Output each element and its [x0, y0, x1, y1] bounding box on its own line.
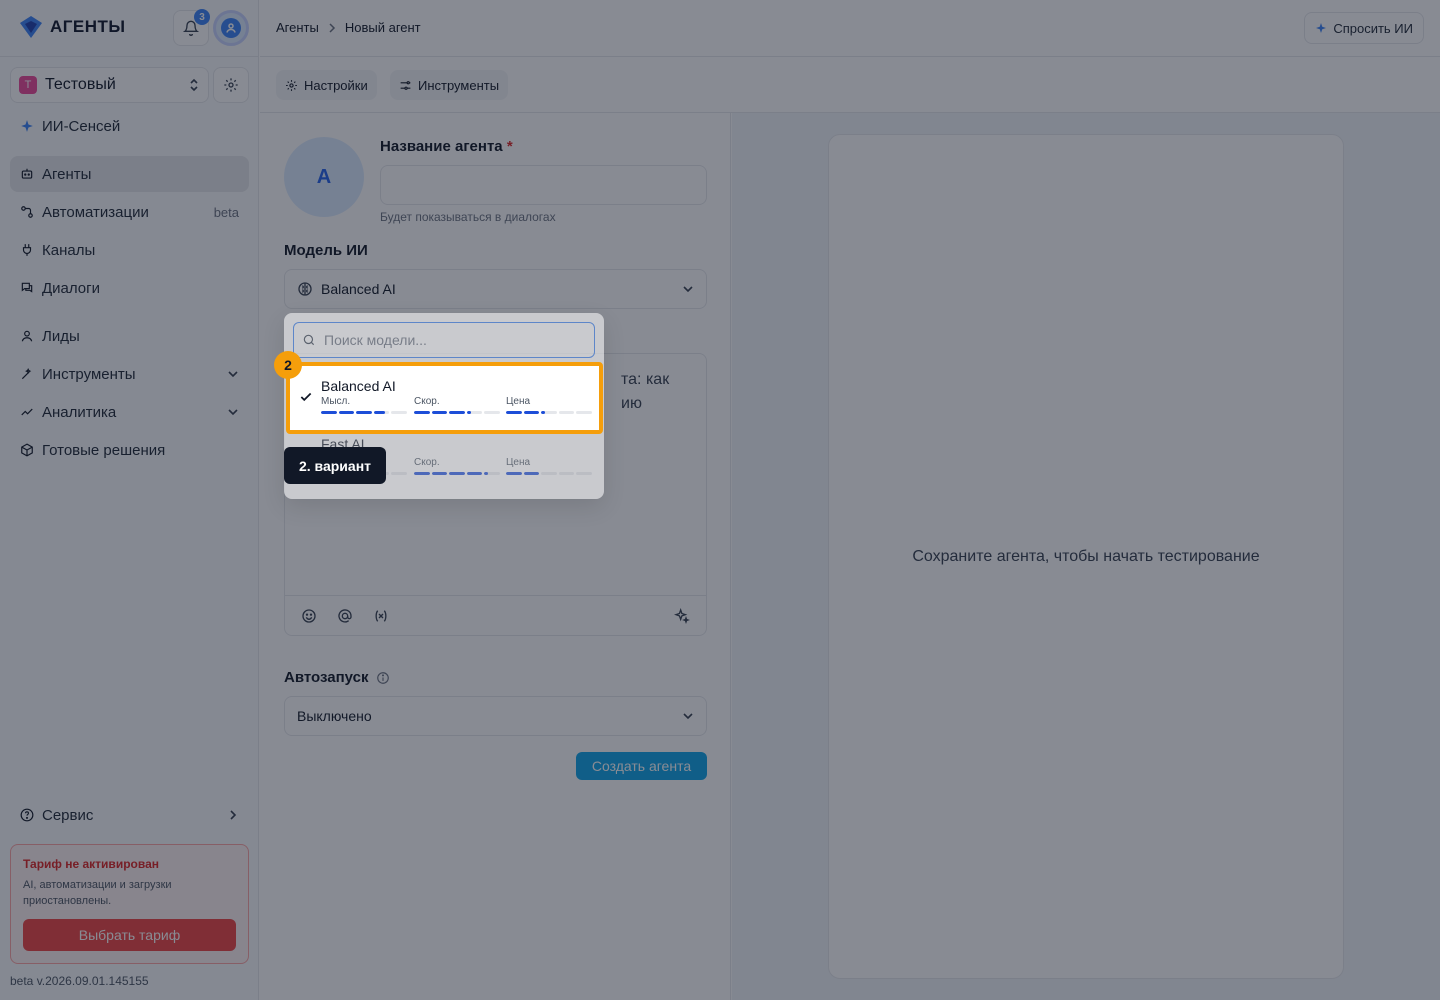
metric-segment	[391, 411, 407, 414]
metric-segment	[356, 411, 372, 414]
metric-segment-fill	[541, 411, 546, 414]
metric-segment	[576, 472, 592, 475]
metric-segment	[506, 472, 522, 475]
search-icon	[303, 334, 315, 346]
tour-step-badge: 2	[274, 351, 302, 379]
metric-segment	[558, 411, 575, 414]
metric-segment	[523, 411, 540, 414]
metric-segment	[449, 411, 465, 414]
metric-bar	[506, 472, 592, 475]
metric-segment	[338, 411, 355, 414]
metric-label: Цена	[506, 457, 531, 468]
metric-price: Цена	[506, 396, 592, 414]
metric-segment-fill	[449, 472, 465, 475]
metric-segment	[414, 411, 430, 414]
metric-segment	[373, 411, 390, 414]
metric-segment-fill	[523, 472, 540, 475]
metric-segment	[541, 411, 557, 414]
metric-label: Цена	[506, 396, 531, 407]
metric-segment-fill	[414, 472, 430, 475]
metric-segment-fill	[506, 411, 522, 414]
metric-bar	[414, 411, 500, 414]
metric-segment	[414, 472, 430, 475]
metric-segment-fill	[484, 472, 489, 475]
metric-segment	[431, 472, 448, 475]
metric-bar	[414, 472, 500, 475]
check-icon	[300, 392, 312, 402]
metric-segment-fill	[338, 411, 355, 414]
model-option-balanced-ai[interactable]: Balanced AI Мысл. Скор. Цена	[286, 362, 603, 434]
metric-segment-fill	[466, 411, 471, 414]
tour-tooltip: 2. вариант	[284, 447, 386, 484]
metric-segment-fill	[356, 411, 372, 414]
tour-overlay[interactable]	[0, 0, 1440, 1000]
metric-segment	[523, 472, 540, 475]
metric-segment	[558, 472, 575, 475]
metric-segment-fill	[449, 411, 465, 414]
metric-segment	[466, 411, 483, 414]
metric-segment-fill	[431, 472, 448, 475]
metric-segment	[431, 411, 448, 414]
metric-segment	[449, 472, 465, 475]
metric-speed: Скор.	[414, 396, 500, 414]
model-search-input[interactable]: Поиск модели...	[293, 322, 595, 358]
metric-segment	[576, 411, 592, 414]
metric-segment-fill	[373, 411, 386, 414]
metric-bar	[506, 411, 592, 414]
metric-speed: Скор.	[414, 457, 500, 475]
metric-segment	[391, 472, 407, 475]
metric-segment-fill	[414, 411, 430, 414]
search-placeholder: Поиск модели...	[324, 332, 427, 348]
metric-segment	[484, 472, 500, 475]
metric-bar	[321, 411, 407, 414]
metric-segment-fill	[523, 411, 540, 414]
metric-segment-fill	[321, 411, 337, 414]
metric-segment	[321, 411, 337, 414]
metric-price: Цена	[506, 457, 592, 475]
metric-label: Скор.	[414, 457, 440, 468]
model-option-name: Balanced AI	[321, 378, 396, 394]
metric-label: Скор.	[414, 396, 440, 407]
metric-segment-fill	[506, 472, 522, 475]
metric-segment-fill	[431, 411, 448, 414]
metric-segment	[484, 411, 500, 414]
metric-segment	[541, 472, 557, 475]
metric-label: Мысл.	[321, 396, 351, 407]
metric-thinking: Мысл.	[321, 396, 407, 414]
metric-segment	[466, 472, 483, 475]
metric-segment	[506, 411, 522, 414]
metric-segment-fill	[466, 472, 483, 475]
